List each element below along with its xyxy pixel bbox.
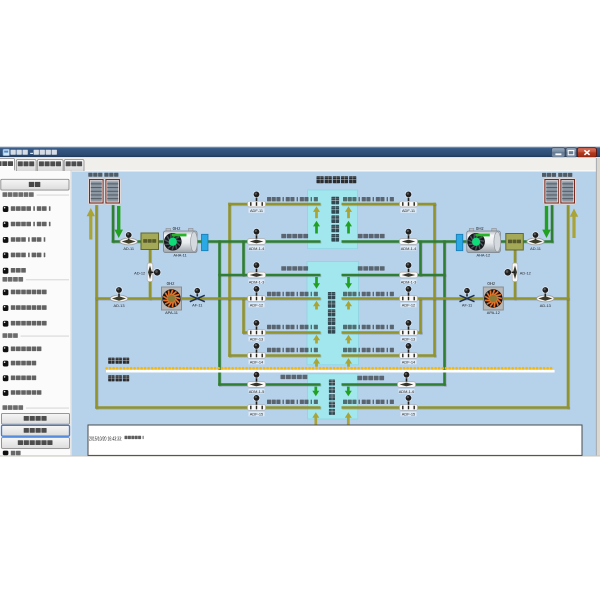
svg-text:AD-11: AD-11 <box>123 246 134 251</box>
svg-text:ADF-15: ADF-15 <box>250 412 263 417</box>
svg-text:ADM-1-4: ADM-1-4 <box>249 246 265 251</box>
svg-text:0Hz: 0Hz <box>476 226 484 231</box>
svg-text:AD-13: AD-13 <box>113 303 124 308</box>
svg-text:ADM-1-4: ADM-1-4 <box>401 246 417 251</box>
svg-text:ADF-14: ADF-14 <box>402 360 416 365</box>
svg-text:ADM-1-3: ADM-1-3 <box>249 279 265 284</box>
svg-text:AD-11: AD-11 <box>530 246 541 251</box>
svg-text:ADF-13: ADF-13 <box>402 337 415 342</box>
svg-text:APA-12: APA-12 <box>487 310 500 315</box>
svg-text:ADM-1-5: ADM-1-5 <box>249 389 265 394</box>
svg-text:ADF-15: ADF-15 <box>402 412 415 417</box>
svg-text:0Hz: 0Hz <box>173 226 181 231</box>
svg-text:AHA-12: AHA-12 <box>476 252 490 257</box>
svg-text:ADF-13: ADF-13 <box>250 337 263 342</box>
svg-text:ADF-12: ADF-12 <box>402 303 415 308</box>
svg-text:0Hz: 0Hz <box>487 281 495 286</box>
svg-text:0Hz: 0Hz <box>167 281 175 286</box>
svg-text:AD-12: AD-12 <box>520 271 531 276</box>
svg-text:ADF-14: ADF-14 <box>250 360 264 365</box>
svg-text:APA-11: APA-11 <box>165 310 178 315</box>
svg-text:ADF-11: ADF-11 <box>250 208 263 213</box>
svg-text:AD-12: AD-12 <box>134 271 145 276</box>
svg-text:ADM-1-3: ADM-1-3 <box>401 279 417 284</box>
svg-text:ADM-1-6: ADM-1-6 <box>399 389 415 394</box>
svg-text:ADF-12: ADF-12 <box>250 303 263 308</box>
svg-text:ADF-11: ADF-11 <box>402 208 415 213</box>
svg-text:AF-11: AF-11 <box>462 303 472 308</box>
svg-text:AF-11: AF-11 <box>192 303 202 308</box>
svg-text:AHA-11: AHA-11 <box>173 252 186 257</box>
svg-text:AD-13: AD-13 <box>540 303 551 308</box>
svg-text:2015/10/20 16:43:33:: 2015/10/20 16:43:33: <box>89 436 122 442</box>
